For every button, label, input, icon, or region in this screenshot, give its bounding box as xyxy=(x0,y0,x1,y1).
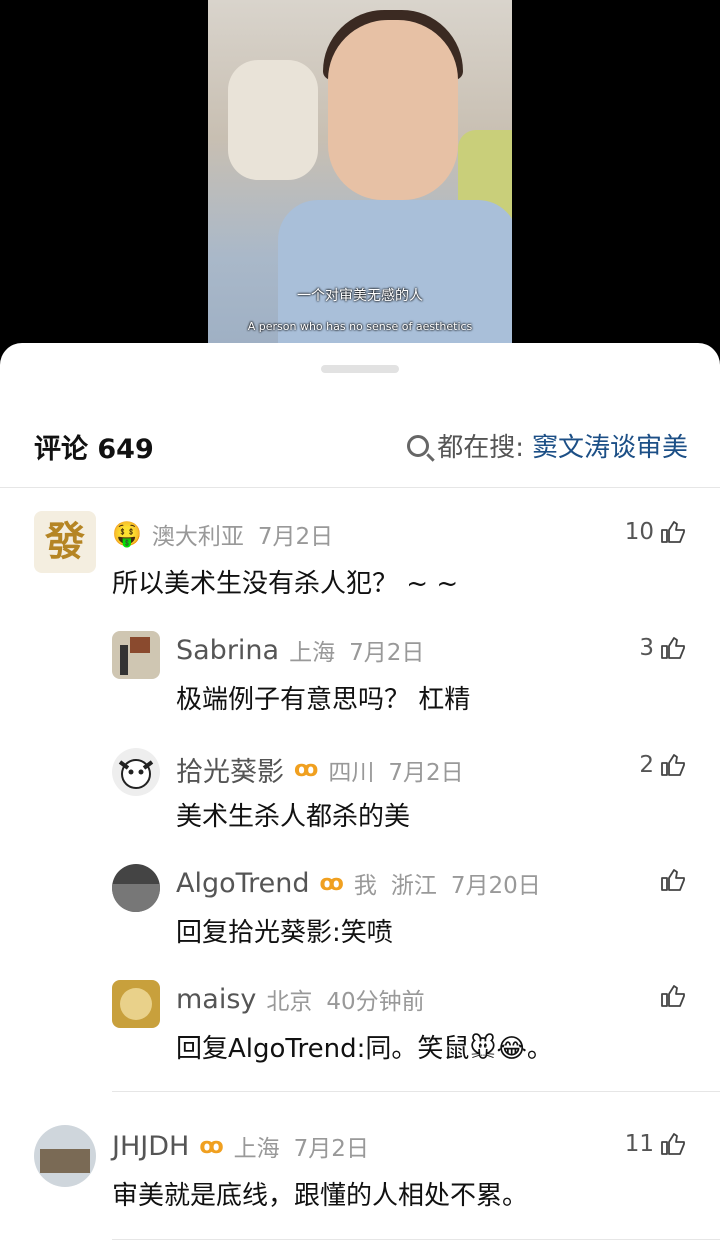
avatar[interactable] xyxy=(34,1125,96,1187)
car-seat xyxy=(228,60,318,180)
comment-meta: 🤑 澳大利亚 7月2日 xyxy=(112,517,333,551)
location: 浙江 xyxy=(390,873,437,899)
video-caption-chinese: 一个对审美无感的人 xyxy=(297,288,423,304)
like-button[interactable] xyxy=(654,868,686,892)
date: 40分钟前 xyxy=(326,989,425,1015)
search-icon xyxy=(407,434,430,457)
search-prefix: 都在搜: xyxy=(437,433,524,463)
location: 北京 xyxy=(266,989,313,1015)
reply-meta: AlgoTrend ꝏ 我 浙江 7月20日 xyxy=(176,866,541,900)
comment-divider xyxy=(112,1091,720,1092)
comment-count-title: 评论 649 xyxy=(34,434,154,465)
date: 7月2日 xyxy=(388,759,464,786)
cartoon-face-icon xyxy=(118,759,154,789)
like-count: 2 xyxy=(639,752,654,778)
location: 四川 xyxy=(328,759,375,786)
avatar-photo xyxy=(40,1149,90,1173)
like-button[interactable]: 11 xyxy=(625,1131,686,1157)
reply-text: 极端例子有意思吗？ 杠精 xyxy=(176,685,471,715)
avatar[interactable] xyxy=(112,631,160,679)
comment-text: 审美就是底线，跟懂的人相处不累。 xyxy=(112,1181,529,1211)
thumb-up-icon xyxy=(661,637,685,659)
avatar[interactable] xyxy=(112,748,160,796)
reply-text: 回复拾光葵影:笑喷 xyxy=(176,918,393,948)
avatar-figure xyxy=(120,645,128,675)
reply-text: 美术生杀人都杀的美 xyxy=(176,802,411,832)
location: 上海 xyxy=(289,640,336,666)
comment-header: 评论 649 都在搜: 窦文涛谈审美 xyxy=(0,413,720,473)
avatar[interactable] xyxy=(112,864,160,912)
thumb-up-icon xyxy=(661,985,685,1007)
thumb-up-icon xyxy=(661,521,685,543)
reply-meta: maisy 北京 40分钟前 xyxy=(176,982,425,1016)
svg-text:發: 發 xyxy=(44,518,85,565)
person-face xyxy=(328,20,458,200)
thumb-up-icon xyxy=(661,754,685,776)
comment-meta: JHJDH ꝏ 上海 7月2日 xyxy=(112,1129,369,1163)
header-divider xyxy=(0,487,720,488)
vip-badge-icon: ꝏ xyxy=(319,870,344,896)
reply-text: 回复AlgoTrend:同。笑鼠🐭😂。 xyxy=(176,1034,553,1064)
username[interactable]: maisy xyxy=(176,984,256,1015)
like-button[interactable]: 2 xyxy=(639,752,686,778)
date: 7月2日 xyxy=(349,640,425,666)
thumb-up-icon xyxy=(661,869,685,891)
avatar-photo xyxy=(120,988,152,1020)
location: 澳大利亚 xyxy=(151,524,244,550)
reply-meta: Sabrina 上海 7月2日 xyxy=(176,633,424,667)
money-face-emoji: 🤑 xyxy=(112,520,142,548)
like-button[interactable] xyxy=(654,984,686,1008)
fa-character-avatar-icon: 發 xyxy=(44,518,85,565)
like-count: 3 xyxy=(639,635,654,661)
comment-text: 所以美术生没有杀人犯？ ~ ~ xyxy=(112,569,459,599)
avatar-photo xyxy=(112,884,160,912)
thumb-up-icon xyxy=(661,1133,685,1155)
username[interactable]: JHJDH xyxy=(112,1131,189,1162)
username[interactable]: 拾光葵影 xyxy=(176,750,284,789)
avatar[interactable] xyxy=(112,980,160,1028)
video-player[interactable]: 一个对审美无感的人 A person who has no sense of a… xyxy=(208,0,512,345)
self-tag: 我 xyxy=(353,873,377,899)
reply-meta: 拾光葵影 ꝏ 四川 7月2日 xyxy=(176,750,464,789)
search-term-link[interactable]: 窦文涛谈审美 xyxy=(532,427,688,464)
location: 上海 xyxy=(233,1136,280,1162)
like-button[interactable]: 10 xyxy=(625,519,686,545)
comment-sheet: 评论 649 都在搜: 窦文涛谈审美 發 🤑 澳大利亚 7月2日 所以美术生没有… xyxy=(0,343,720,1255)
username[interactable]: Sabrina xyxy=(176,635,279,666)
video-caption-english: A person who has no sense of aesthetics xyxy=(247,320,473,333)
username[interactable]: AlgoTrend xyxy=(176,868,310,899)
date: 7月20日 xyxy=(450,873,541,899)
drag-handle[interactable] xyxy=(321,365,399,373)
vip-badge-icon: ꝏ xyxy=(199,1133,224,1159)
like-count: 11 xyxy=(624,1131,654,1157)
date: 7月2日 xyxy=(257,524,334,550)
avatar-painting xyxy=(130,637,150,653)
comment-divider xyxy=(112,1239,720,1240)
search-suggestion[interactable]: 都在搜: 窦文涛谈审美 xyxy=(407,427,688,464)
avatar[interactable]: 發 xyxy=(34,511,96,573)
date: 7月2日 xyxy=(293,1136,369,1162)
like-button[interactable]: 3 xyxy=(639,635,686,661)
vip-badge-icon: ꝏ xyxy=(294,757,319,782)
like-count: 10 xyxy=(624,519,654,545)
